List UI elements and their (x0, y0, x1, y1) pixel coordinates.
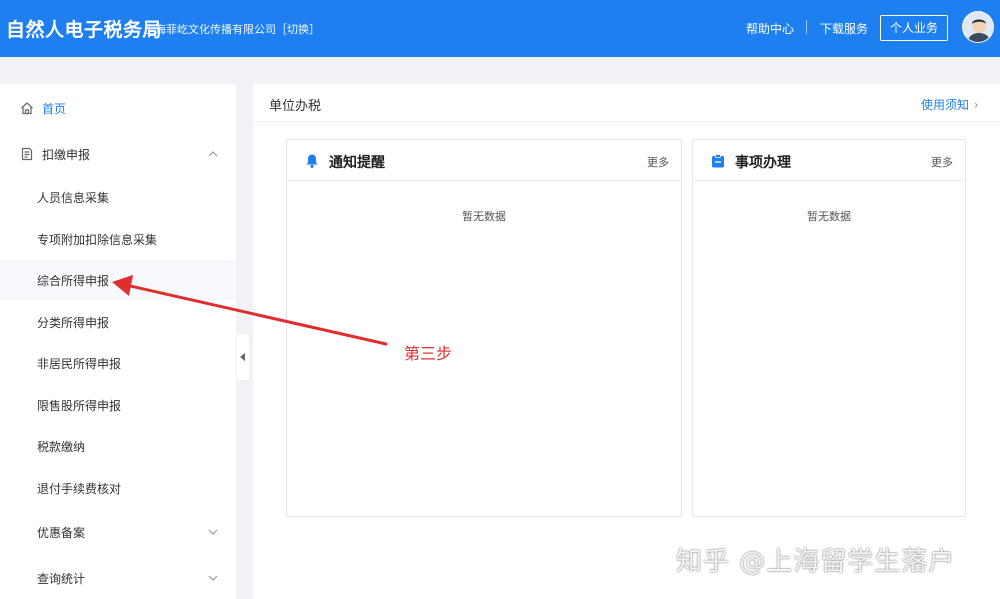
sidebar-item-label: 查询统计 (37, 572, 86, 586)
usage-notice-label: 使用须知 (921, 98, 970, 112)
sidebar-item-label: 退付手续费核对 (37, 482, 122, 496)
sidebar-item-label: 分类所得申报 (37, 316, 110, 330)
app-title: 自然人电子税务局 (6, 19, 163, 41)
company-switch[interactable]: 上海菲屹文化传播有限公司［切换］ (144, 21, 320, 37)
bell-icon (306, 154, 318, 168)
notice-card-title: 通知提醒 (329, 155, 385, 171)
collapse-arrow-icon (240, 353, 245, 361)
sidebar-item-personnel-info[interactable]: 人员信息采集 (0, 177, 236, 217)
download-service-link[interactable]: 下载服务 (820, 20, 868, 37)
sidebar-item-fee-refund[interactable]: 退付手续费核对 (0, 468, 236, 508)
notice-card-header: 通知提醒 更多 (287, 140, 681, 181)
chevron-down-icon (208, 529, 218, 535)
sidebar-item-label: 税款缴纳 (37, 440, 86, 454)
tasks-more-link[interactable]: 更多 (931, 154, 953, 170)
notice-empty-text: 暂无数据 (462, 210, 506, 223)
chevron-down-icon (208, 575, 218, 581)
sidebar-item-label: 综合所得申报 (37, 274, 110, 288)
home-icon (20, 101, 34, 115)
tasks-card-title: 事项办理 (735, 155, 791, 171)
watermark: 知乎 @上海留学生落户 (676, 547, 956, 577)
main-header: 单位办税 使用须知 › (253, 84, 1000, 122)
clipboard-icon (712, 154, 724, 168)
sidebar-item-label: 限售股所得申报 (37, 399, 122, 413)
sidebar-collapse-handle[interactable] (237, 334, 249, 380)
avatar-icon (963, 12, 993, 42)
sidebar-item-classified-income[interactable]: 分类所得申报 (0, 302, 236, 342)
user-avatar[interactable] (962, 11, 994, 43)
sidebar-item-label: 首页 (42, 102, 67, 116)
sidebar-item-nonresident-income[interactable]: 非居民所得申报 (0, 343, 236, 383)
sidebar-item-label: 扣缴申报 (42, 148, 91, 162)
tasks-card: 事项办理 更多 暂无数据 (692, 139, 966, 517)
help-center-link[interactable]: 帮助中心 (746, 20, 794, 37)
page-title: 单位办税 (269, 99, 322, 114)
sidebar-item-home[interactable]: 首页 (0, 88, 236, 128)
tasks-card-header: 事项办理 更多 (693, 140, 965, 181)
sidebar-item-restricted-shares[interactable]: 限售股所得申报 (0, 385, 236, 425)
header-divider (806, 20, 807, 34)
chevron-up-icon (208, 151, 218, 157)
sidebar-item-tax-payment[interactable]: 税款缴纳 (0, 426, 236, 466)
usage-notice-link[interactable]: 使用须知 › (921, 96, 979, 113)
sidebar-item-label: 专项附加扣除信息采集 (37, 233, 158, 247)
sidebar-item-label: 优惠备案 (37, 526, 86, 540)
notice-card: 通知提醒 更多 暂无数据 (286, 139, 682, 517)
top-header: 自然人电子税务局 上海菲屹文化传播有限公司［切换］ 帮助中心 下载服务 个人业务 (0, 0, 1000, 57)
sidebar-item-query[interactable]: 查询统计 (0, 558, 236, 598)
step-annotation: 第三步 (404, 344, 453, 363)
sidebar-item-label: 人员信息采集 (37, 191, 110, 205)
sidebar-item-preferential[interactable]: 优惠备案 (0, 512, 236, 552)
main-panel: 单位办税 使用须知 › 通知提醒 更多 暂无数据 事项办理 更多 暂无数据 (253, 84, 1000, 599)
personal-business-button[interactable]: 个人业务 (880, 15, 948, 41)
sidebar-item-comprehensive-income[interactable]: 综合所得申报 (0, 260, 236, 300)
sidebar-item-label: 非居民所得申报 (37, 357, 122, 371)
document-icon (20, 147, 34, 161)
tasks-empty-text: 暂无数据 (807, 210, 851, 223)
sidebar-item-declare[interactable]: 扣缴申报 (0, 134, 236, 174)
sidebar-item-special-deduction[interactable]: 专项附加扣除信息采集 (0, 219, 236, 259)
notice-more-link[interactable]: 更多 (647, 154, 669, 170)
chevron-right-icon: › (974, 98, 979, 112)
sidebar: 首页 扣缴申报 人员信息采集 专项附加扣除信息采集 综合所得申报 分类所得申报 … (0, 84, 236, 599)
